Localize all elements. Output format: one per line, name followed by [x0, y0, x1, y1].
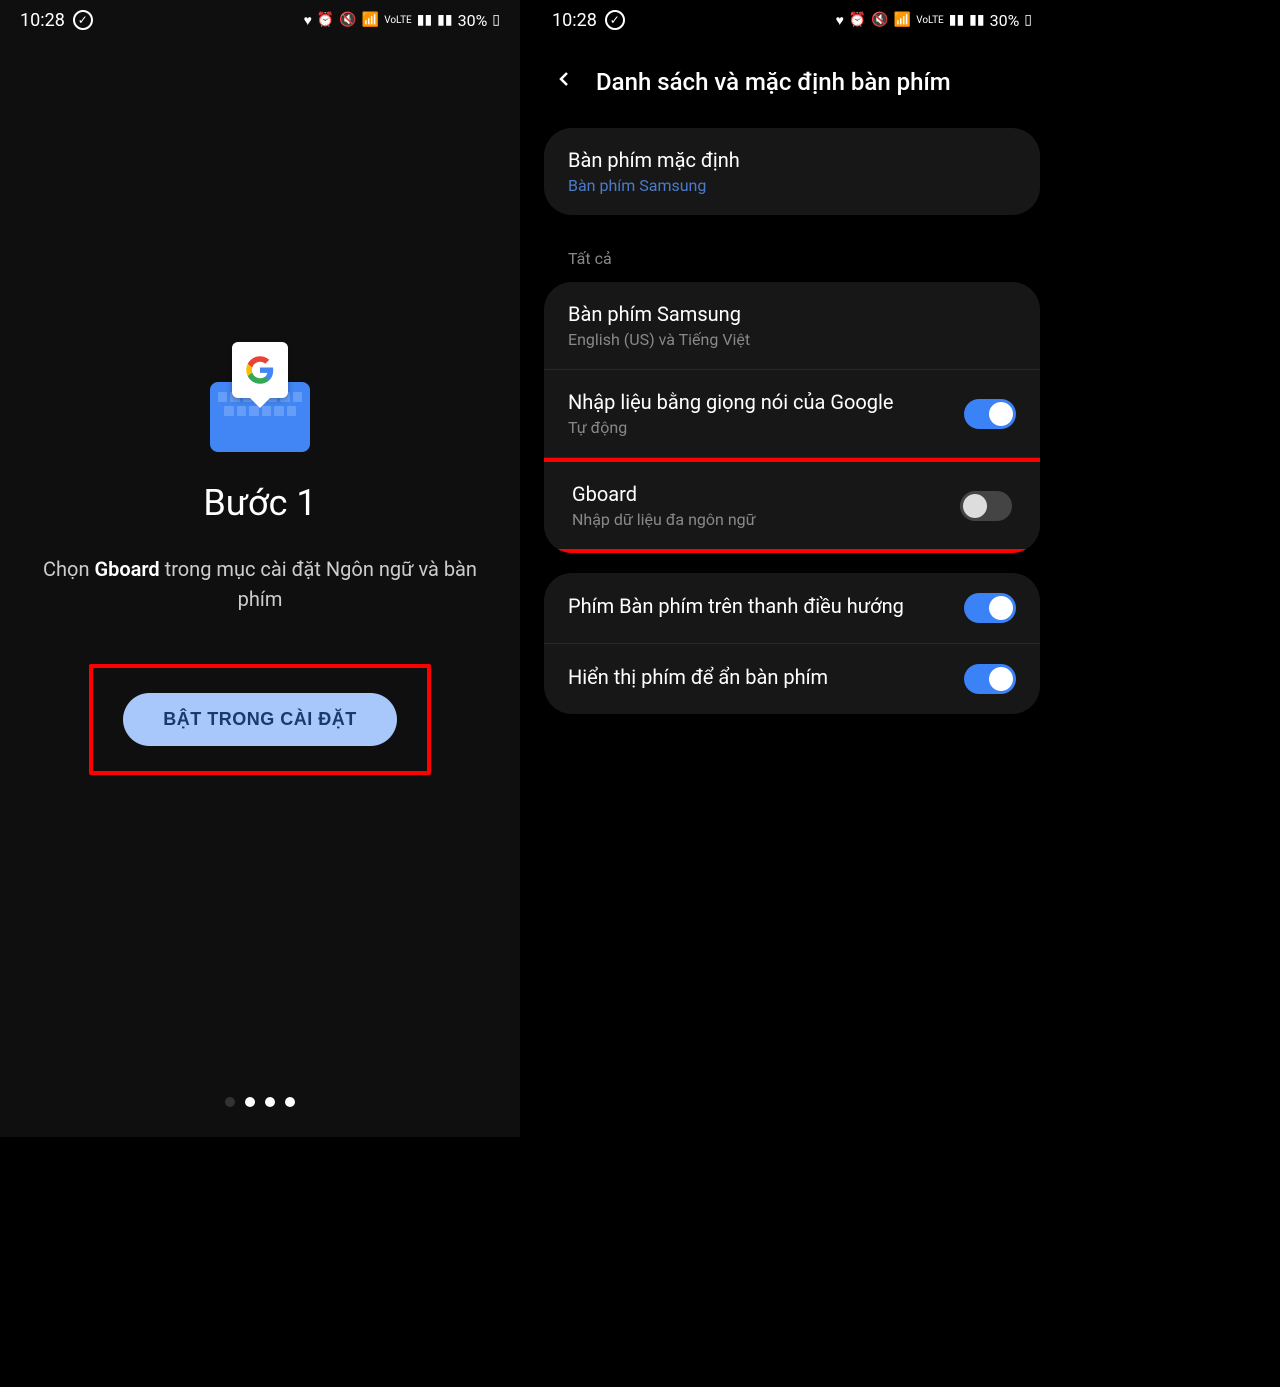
item-subtitle: Nhập dữ liệu đa ngôn ngữ — [572, 510, 960, 529]
item-title: Hiển thị phím để ẩn bàn phím — [568, 665, 964, 689]
highlight-annotation: BẬT TRONG CÀI ĐẶT — [89, 664, 430, 775]
status-time: 10:28 — [552, 10, 597, 31]
item-title: Phím Bàn phím trên thanh điều hướng — [568, 594, 964, 618]
default-keyboard-title: Bàn phím mặc định — [568, 148, 1016, 172]
enable-in-settings-button[interactable]: BẬT TRONG CÀI ĐẶT — [123, 693, 396, 746]
default-keyboard-value: Bàn phím Samsung — [568, 176, 1016, 195]
default-keyboard-card[interactable]: Bàn phím mặc định Bàn phím Samsung — [544, 128, 1040, 215]
section-label: Tất cả — [544, 235, 1040, 282]
dot-active — [245, 1097, 255, 1107]
item-subtitle: English (US) và Tiếng Việt — [568, 330, 1016, 349]
google-g-icon — [232, 342, 288, 398]
dot — [265, 1097, 275, 1107]
setting-show-hide-keyboard-button[interactable]: Hiển thị phím để ẩn bàn phím — [544, 644, 1040, 714]
keyboard-settings-screen: 10:28 ✓ ♥ ⏰ 🔇 📶 VoLTE ▮▮ ▮▮ 30% ▯ Danh s… — [532, 0, 1052, 1137]
toggle-google-voice[interactable] — [964, 399, 1016, 429]
highlight-annotation: Gboard Nhập dữ liệu đa ngôn ngữ — [544, 458, 1040, 553]
signal-icon: ▮▮ — [949, 12, 964, 28]
todo-icon: ✓ — [605, 10, 625, 30]
setting-keyboard-button-navbar[interactable]: Phím Bàn phím trên thanh điều hướng — [544, 573, 1040, 644]
wifi-icon: 📶 — [894, 12, 911, 28]
signal-icon-2: ▮▮ — [969, 12, 984, 28]
alarm-icon: ⏰ — [849, 12, 866, 28]
toggle-gboard[interactable] — [960, 491, 1012, 521]
item-subtitle: Tự động — [568, 418, 964, 437]
item-title: Gboard — [572, 482, 960, 506]
keyboard-item-gboard[interactable]: Gboard Nhập dữ liệu đa ngôn ngữ — [544, 462, 1040, 549]
step-description: Chọn Gboard trong mục cài đặt Ngôn ngữ v… — [30, 554, 490, 614]
status-bar: 10:28 ✓ ♥ ⏰ 🔇 📶 VoLTE ▮▮ ▮▮ 30% ▯ — [532, 0, 1052, 40]
heart-icon: ♥ — [836, 12, 844, 29]
page-title: Danh sách và mặc định bàn phím — [596, 68, 951, 96]
battery-percent: 30% — [990, 11, 1020, 30]
page-indicator — [225, 1097, 295, 1107]
status-icons: ♥ ⏰ 🔇 📶 VoLTE ▮▮ ▮▮ 30% ▯ — [836, 11, 1032, 30]
mute-icon: 🔇 — [871, 12, 888, 28]
item-title: Nhập liệu bằng giọng nói của Google — [568, 390, 964, 414]
item-title: Bàn phím Samsung — [568, 302, 1016, 326]
dot — [225, 1097, 235, 1107]
gboard-setup-screen: 10:28 ✓ ♥ ⏰ 🔇 📶 VoLTE ▮▮ ▮▮ 30% ▯ — [0, 0, 520, 1137]
toggle-hide-keyboard[interactable] — [964, 664, 1016, 694]
back-button[interactable] — [552, 65, 576, 98]
toggle-navbar-keyboard[interactable] — [964, 593, 1016, 623]
step-title: Bước 1 — [203, 482, 316, 524]
volte-icon: VoLTE — [916, 15, 944, 26]
dot — [285, 1097, 295, 1107]
battery-icon: ▯ — [1024, 12, 1032, 28]
keyboard-item-google-voice[interactable]: Nhập liệu bằng giọng nói của Google Tự đ… — [544, 370, 1040, 458]
keyboard-item-samsung[interactable]: Bàn phím Samsung English (US) và Tiếng V… — [544, 282, 1040, 370]
gboard-logo — [205, 342, 315, 452]
